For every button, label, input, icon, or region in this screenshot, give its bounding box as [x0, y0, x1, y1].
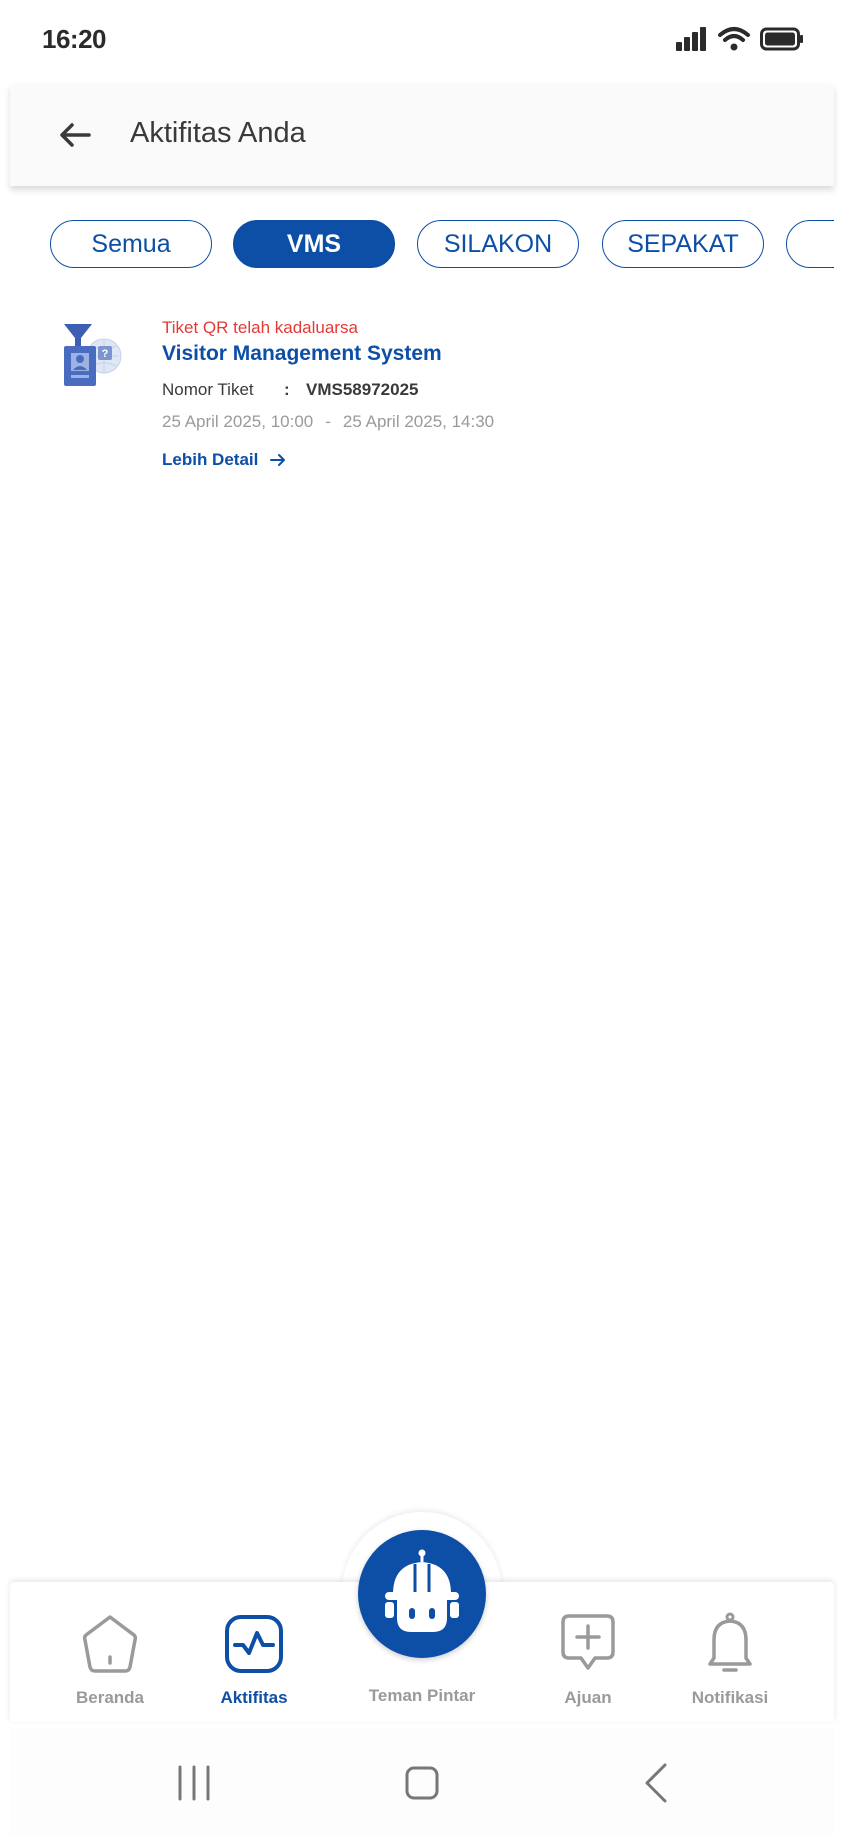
chevron-left-icon — [645, 1763, 667, 1803]
filter-chip-silakon[interactable]: SILAKON — [417, 220, 579, 268]
filter-chip-semua[interactable]: Semua — [50, 220, 212, 268]
activity-status: Tiket QR telah kadaluarsa — [162, 318, 358, 337]
activity-item[interactable]: ? Tiket QR telah kadaluarsa Visitor Mana… — [10, 310, 834, 480]
page-title: Aktifitas Anda — [130, 117, 306, 149]
start-date: 25 April 2025, 10:00 — [162, 412, 314, 431]
status-time: 16:20 — [42, 24, 107, 54]
activity-title: Visitor Management System — [162, 342, 442, 365]
signal-icon — [676, 27, 706, 51]
nav-label-ajuan: Ajuan — [564, 1688, 612, 1707]
message-plus-icon — [561, 1614, 615, 1670]
ticket-colon: : — [284, 380, 290, 399]
end-date: 25 April 2025, 14:30 — [342, 412, 495, 431]
activity-dates: 25 April 2025, 10:00 - 25 April 2025, 14… — [162, 412, 494, 432]
home-square-icon — [405, 1766, 439, 1800]
system-nav-bar — [10, 1728, 834, 1836]
home-system-button[interactable] — [392, 1758, 452, 1808]
nav-item-beranda[interactable]: Beranda — [40, 1612, 180, 1708]
nav-label-teman-pintar: Teman Pintar — [368, 1686, 476, 1705]
battery-icon — [760, 27, 803, 51]
recent-apps-icon — [178, 1765, 210, 1801]
nav-item-aktifitas[interactable]: Aktifitas — [184, 1612, 324, 1708]
detail-link[interactable]: Lebih Detail — [162, 450, 286, 470]
ticket-label: Nomor Tiket — [162, 380, 254, 399]
bell-icon — [708, 1612, 752, 1672]
filter-chip-sepakat[interactable]: SEPAKAT — [602, 220, 764, 268]
nav-item-notifikasi[interactable]: Notifikasi — [660, 1612, 800, 1708]
nav-label-notifikasi: Notifikasi — [691, 1688, 769, 1707]
status-bar: 16:20 — [0, 0, 844, 84]
nav-item-ajuan[interactable]: Ajuan — [518, 1612, 658, 1708]
recent-apps-button[interactable] — [164, 1758, 224, 1808]
ticket-row: Nomor Tiket : VMS58972025 — [162, 380, 418, 400]
visitor-badge-icon: ? — [64, 324, 122, 386]
svg-text:?: ? — [102, 348, 109, 360]
nav-label-aktifitas: Aktifitas — [220, 1688, 288, 1707]
teman-pintar-button[interactable] — [358, 1530, 486, 1658]
app-bar: Aktifitas Anda — [10, 84, 834, 186]
filter-chips: Semua VMS SILAKON SEPAKAT S — [10, 220, 834, 268]
nav-label-beranda: Beranda — [75, 1688, 145, 1707]
wifi-icon — [718, 27, 750, 51]
ticket-number: VMS58972025 — [306, 380, 419, 399]
back-button[interactable] — [50, 112, 100, 158]
arrow-right-icon — [270, 454, 286, 466]
date-separator: - — [325, 412, 331, 431]
home-icon — [82, 1615, 138, 1673]
robot-helmet-icon — [385, 1549, 459, 1632]
filter-chip-more[interactable]: S — [786, 220, 834, 268]
back-system-button[interactable] — [626, 1758, 686, 1808]
detail-link-label: Lebih Detail — [162, 450, 259, 469]
arrow-left-icon — [60, 123, 91, 147]
activity-icon — [225, 1615, 283, 1673]
filter-chip-vms[interactable]: VMS — [233, 220, 395, 268]
status-icons — [676, 26, 804, 52]
